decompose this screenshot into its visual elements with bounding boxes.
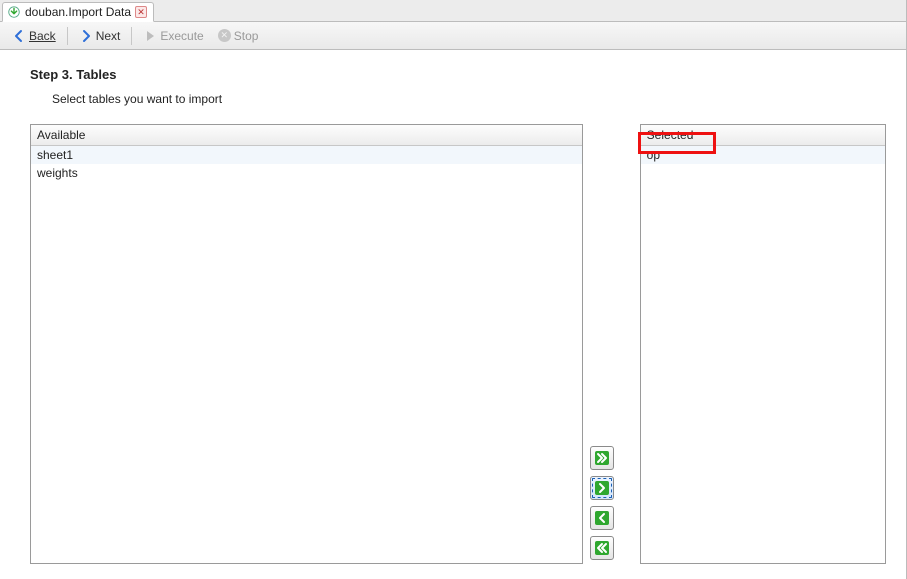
step-title: Step 3. Tables [30, 67, 886, 82]
step-description: Select tables you want to import [52, 92, 886, 106]
tab-title: douban.Import Data [25, 5, 131, 19]
add-one-button[interactable] [590, 476, 614, 500]
selected-list-body[interactable]: op [641, 146, 885, 563]
separator [131, 27, 132, 45]
back-button[interactable]: Back [6, 27, 62, 45]
remove-all-button[interactable] [590, 536, 614, 560]
stop-icon: ✕ [218, 29, 231, 42]
list-item[interactable]: weights [31, 164, 582, 182]
add-all-button[interactable] [590, 446, 614, 470]
separator [67, 27, 68, 45]
remove-one-button[interactable] [590, 506, 614, 530]
available-listbox[interactable]: Available sheet1weights [30, 124, 583, 564]
available-header: Available [31, 125, 582, 146]
tab-import-data[interactable]: douban.Import Data ✕ [2, 2, 154, 22]
selected-listbox[interactable]: Selected op [640, 124, 886, 564]
next-button[interactable]: Next [73, 27, 127, 45]
toolbar: Back Next Execute ✕ Stop [0, 22, 906, 50]
close-icon[interactable]: ✕ [135, 6, 147, 18]
import-icon [7, 5, 21, 19]
stop-button[interactable]: ✕ Stop [212, 27, 265, 45]
wizard-content: Step 3. Tables Select tables you want to… [0, 50, 906, 579]
arrow-left-icon [12, 29, 26, 43]
execute-label: Execute [160, 29, 203, 43]
tab-strip: douban.Import Data ✕ [0, 0, 906, 22]
arrow-right-icon [79, 29, 93, 43]
stop-label: Stop [234, 29, 259, 43]
list-item[interactable]: sheet1 [31, 146, 582, 164]
transfer-buttons [589, 124, 616, 564]
back-label: Back [29, 29, 56, 43]
lists-row: Available sheet1weights Selected op [30, 124, 886, 564]
selected-header: Selected [641, 125, 885, 146]
play-icon [143, 29, 157, 43]
next-label: Next [96, 29, 121, 43]
list-item[interactable]: op [641, 146, 885, 164]
available-list-body[interactable]: sheet1weights [31, 146, 582, 563]
execute-button[interactable]: Execute [137, 27, 209, 45]
